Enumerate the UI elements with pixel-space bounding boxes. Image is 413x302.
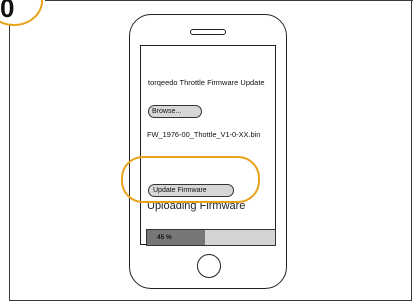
- progress-fill: [147, 230, 205, 245]
- phone-device: torqeedo Throttle Firmware Update Browse…: [129, 14, 287, 289]
- update-highlight-callout: [121, 156, 260, 203]
- screen-title: torqeedo Throttle Firmware Update: [148, 78, 265, 87]
- selected-filename: FW_1976-00_Thottle_V1-0-XX.bin: [147, 130, 261, 139]
- phone-screen: torqeedo Throttle Firmware Update Browse…: [140, 45, 276, 246]
- browse-button[interactable]: Browse...: [148, 105, 202, 118]
- step-number: 0: [0, 0, 15, 23]
- progress-label: 45 %: [157, 234, 172, 241]
- frame-top-border: [45, 0, 413, 1]
- home-button[interactable]: [197, 254, 221, 278]
- phone-speaker: [190, 29, 226, 35]
- upload-progress-bar: 45 %: [146, 229, 276, 246]
